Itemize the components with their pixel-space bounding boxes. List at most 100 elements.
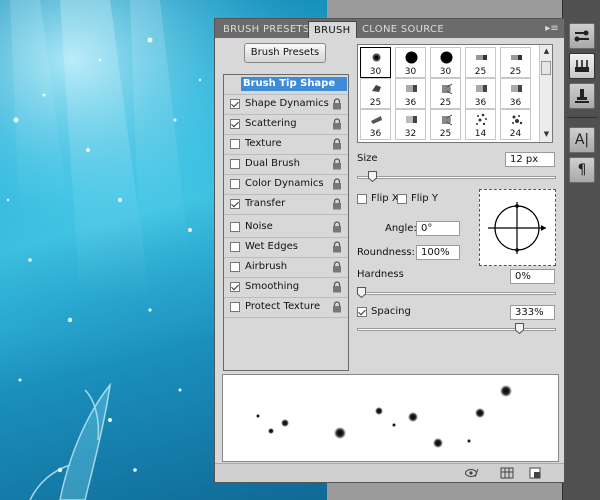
brush-presets-button[interactable]: Brush Presets — [244, 43, 326, 63]
brush-option-protect-texture[interactable]: Protect Texture — [224, 298, 348, 316]
brush-tip-icon — [511, 85, 522, 92]
option-checkbox[interactable] — [230, 139, 240, 149]
toggle-bristle-preview-icon[interactable] — [465, 467, 479, 479]
tab-brush[interactable]: BRUSH — [308, 21, 357, 38]
option-checkbox[interactable] — [230, 179, 240, 189]
tool-presets-icon[interactable] — [569, 23, 595, 49]
brush-tip-icon — [476, 85, 487, 92]
brush-option-shape-dynamics[interactable]: Shape Dynamics — [224, 95, 348, 113]
flip-y-label: Flip Y — [411, 193, 438, 204]
show-preset-grid-icon[interactable] — [500, 467, 514, 479]
option-label: Dual Brush — [245, 158, 300, 169]
brush-option-dual-brush[interactable]: Dual Brush — [224, 155, 348, 173]
option-checkbox[interactable] — [230, 199, 240, 209]
brush-tip-cell[interactable]: 30 — [360, 47, 391, 78]
option-checkbox[interactable] — [230, 242, 240, 252]
hardness-field[interactable]: 0% — [510, 269, 555, 284]
brush-tip-shape-item[interactable]: Brush Tip Shape — [241, 77, 347, 91]
brush-tip-icon — [406, 116, 417, 123]
brush-tip-cells: 30 30 30 25 25 25 36 25 36 36 36 32 25 14 24 — [360, 47, 539, 140]
character-icon[interactable]: A| — [569, 127, 595, 153]
size-slider-track[interactable] — [357, 176, 556, 179]
brush-option-scattering[interactable]: Scattering — [224, 115, 348, 133]
lock-icon[interactable] — [331, 301, 343, 313]
spacing-slider-track[interactable] — [357, 328, 556, 331]
brush-panel-icon[interactable] — [569, 53, 595, 79]
option-checkbox[interactable] — [230, 262, 240, 272]
panel-menu-icon[interactable]: ▸≡ — [543, 22, 561, 35]
tab-clone-source[interactable]: CLONE SOURCE — [357, 21, 449, 38]
option-checkbox[interactable] — [230, 99, 240, 109]
lock-icon[interactable] — [331, 98, 343, 110]
lock-icon[interactable] — [331, 118, 343, 130]
brush-tip-size: 25 — [439, 98, 452, 108]
brush-tip-size: 32 — [404, 129, 417, 139]
flip-x-checkbox[interactable] — [357, 194, 367, 204]
tab-brush-presets[interactable]: BRUSH PRESETS — [218, 21, 315, 38]
option-label: Wet Edges — [245, 241, 298, 252]
brush-tip-size: 25 — [509, 67, 522, 77]
spacing-slider-knob[interactable] — [514, 323, 524, 334]
brush-tip-cell[interactable]: 25 — [430, 78, 461, 109]
lock-icon[interactable] — [331, 178, 343, 190]
brush-option-airbrush[interactable]: Airbrush — [224, 258, 348, 276]
scroll-up-arrow[interactable]: ▲ — [542, 47, 551, 56]
brush-tip-cell[interactable]: 30 — [395, 47, 426, 78]
brush-option-noise[interactable]: Noise — [224, 218, 348, 236]
brush-tip-cell[interactable]: 14 — [465, 109, 496, 140]
brush-tip-cell[interactable]: 30 — [430, 47, 461, 78]
brush-tip-icon — [372, 85, 381, 92]
angle-roundness-preview[interactable] — [479, 189, 556, 266]
brush-option-color-dynamics[interactable]: Color Dynamics — [224, 175, 348, 193]
size-slider-knob[interactable] — [368, 171, 378, 182]
lock-icon[interactable] — [331, 158, 343, 170]
brush-tip-cell[interactable]: 36 — [465, 78, 496, 109]
brush-tip-cell[interactable]: 25 — [465, 47, 496, 78]
scroll-thumb[interactable] — [541, 61, 551, 75]
brush-tip-cell[interactable]: 36 — [395, 78, 426, 109]
brush-option-smoothing[interactable]: Smoothing — [224, 278, 348, 296]
brush-option-wet-edges[interactable]: Wet Edges — [224, 238, 348, 256]
brush-tip-icon — [405, 51, 418, 64]
hardness-slider-track[interactable] — [357, 292, 556, 295]
lock-icon[interactable] — [331, 221, 343, 233]
brush-panel: BRUSH PRESETS BRUSH CLONE SOURCE ▸≡ Brus… — [214, 18, 565, 483]
option-label: Smoothing — [245, 281, 300, 292]
lock-icon[interactable] — [331, 138, 343, 150]
paragraph-icon[interactable]: ¶ — [569, 157, 595, 183]
lock-icon[interactable] — [331, 281, 343, 293]
flip-x-label: Flip X — [371, 193, 399, 204]
brush-stroke-preview — [222, 374, 559, 462]
brush-grid-scrollbar[interactable]: ▲ ▼ — [539, 45, 552, 142]
scroll-down-arrow[interactable]: ▼ — [542, 130, 551, 139]
hardness-label: Hardness — [357, 269, 404, 280]
create-new-brush-icon[interactable] — [528, 467, 542, 479]
lock-icon[interactable] — [331, 198, 343, 210]
clone-source-icon[interactable] — [569, 83, 595, 109]
spacing-field[interactable]: 333% — [510, 305, 555, 320]
brush-tip-cell[interactable]: 24 — [500, 109, 531, 140]
brush-tip-cell[interactable]: 36 — [360, 109, 391, 140]
lock-icon[interactable] — [331, 261, 343, 273]
brush-option-transfer[interactable]: Transfer — [224, 195, 348, 213]
angle-field[interactable]: 0° — [416, 221, 460, 236]
brush-tip-cell[interactable]: 32 — [395, 109, 426, 140]
option-checkbox[interactable] — [230, 159, 240, 169]
brush-tip-cell[interactable]: 25 — [360, 78, 391, 109]
spacing-checkbox[interactable] — [357, 307, 367, 317]
option-checkbox[interactable] — [230, 302, 240, 312]
brush-tip-size: 24 — [509, 129, 522, 139]
flip-y-checkbox[interactable] — [397, 194, 407, 204]
hardness-slider-knob[interactable] — [357, 287, 366, 298]
brush-tip-cell[interactable]: 25 — [430, 109, 461, 140]
roundness-field[interactable]: 100% — [416, 245, 460, 260]
option-checkbox[interactable] — [230, 119, 240, 129]
option-checkbox[interactable] — [230, 282, 240, 292]
lock-icon[interactable] — [331, 241, 343, 253]
brush-tip-cell[interactable]: 25 — [500, 47, 531, 78]
brush-option-texture[interactable]: Texture — [224, 135, 348, 153]
option-label: Scattering — [245, 118, 297, 129]
option-checkbox[interactable] — [230, 222, 240, 232]
size-field[interactable]: 12 px — [505, 152, 555, 167]
brush-tip-cell[interactable]: 36 — [500, 78, 531, 109]
